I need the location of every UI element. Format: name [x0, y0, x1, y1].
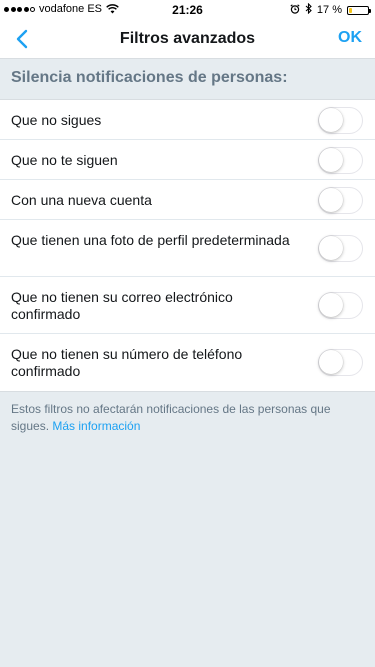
toggle-switch[interactable] — [318, 349, 363, 376]
toggle-switch[interactable] — [318, 187, 363, 214]
section-header: Silencia notificaciones de personas: — [0, 59, 375, 100]
toggle-switch[interactable] — [318, 107, 363, 134]
filter-label: Que no sigues — [11, 112, 102, 128]
toggle-knob — [319, 350, 343, 374]
battery-percent: 17 % — [316, 4, 342, 16]
alarm-icon — [290, 3, 300, 17]
toggle-switch[interactable] — [318, 235, 363, 262]
filter-label: Con una nueva cuenta — [11, 192, 152, 208]
filter-row-telefono: Que no tienen su número de teléfono conf… — [0, 334, 375, 391]
filter-label: Que no tienen su correo electrónico conf… — [11, 289, 233, 322]
toggle-switch[interactable] — [318, 147, 363, 174]
battery-level — [349, 7, 352, 13]
filter-label: Que tienen una foto de perfil predetermi… — [11, 232, 290, 248]
filter-label: Que no te siguen — [11, 152, 118, 168]
toggle-knob — [319, 108, 343, 132]
toggle-knob — [319, 293, 343, 317]
more-info-link[interactable]: Más información — [52, 419, 140, 433]
toggle-knob — [319, 148, 343, 172]
navigation-bar: Filtros avanzados OK — [0, 20, 375, 59]
section-title: Silencia notificaciones de personas: — [11, 69, 288, 86]
filter-row-foto-perfil: Que tienen una foto de perfil predetermi… — [0, 220, 375, 277]
filter-row-no-sigues: Que no sigues — [0, 100, 375, 140]
footer-note: Estos filtros no afectarán notificacione… — [11, 401, 366, 435]
page-title: Filtros avanzados — [119, 30, 256, 47]
ok-button[interactable]: OK — [338, 29, 362, 47]
filter-row-correo: Que no tienen su correo electrónico conf… — [0, 277, 375, 334]
toggle-switch[interactable] — [318, 292, 363, 319]
filter-label: Que no tienen su número de teléfono conf… — [11, 346, 243, 379]
toggle-knob — [319, 188, 343, 212]
status-right: 17 % — [290, 2, 371, 17]
filter-row-no-te-siguen: Que no te siguen — [0, 140, 375, 180]
filter-row-nueva-cuenta: Con una nueva cuenta — [0, 180, 375, 220]
filters-list: Que no sigues Que no te siguen Con una n… — [0, 100, 375, 392]
toggle-knob — [319, 236, 343, 260]
battery-icon — [347, 5, 371, 15]
status-bar: vodafone ES 21:26 17 % — [0, 0, 375, 20]
bluetooth-icon — [305, 2, 312, 17]
